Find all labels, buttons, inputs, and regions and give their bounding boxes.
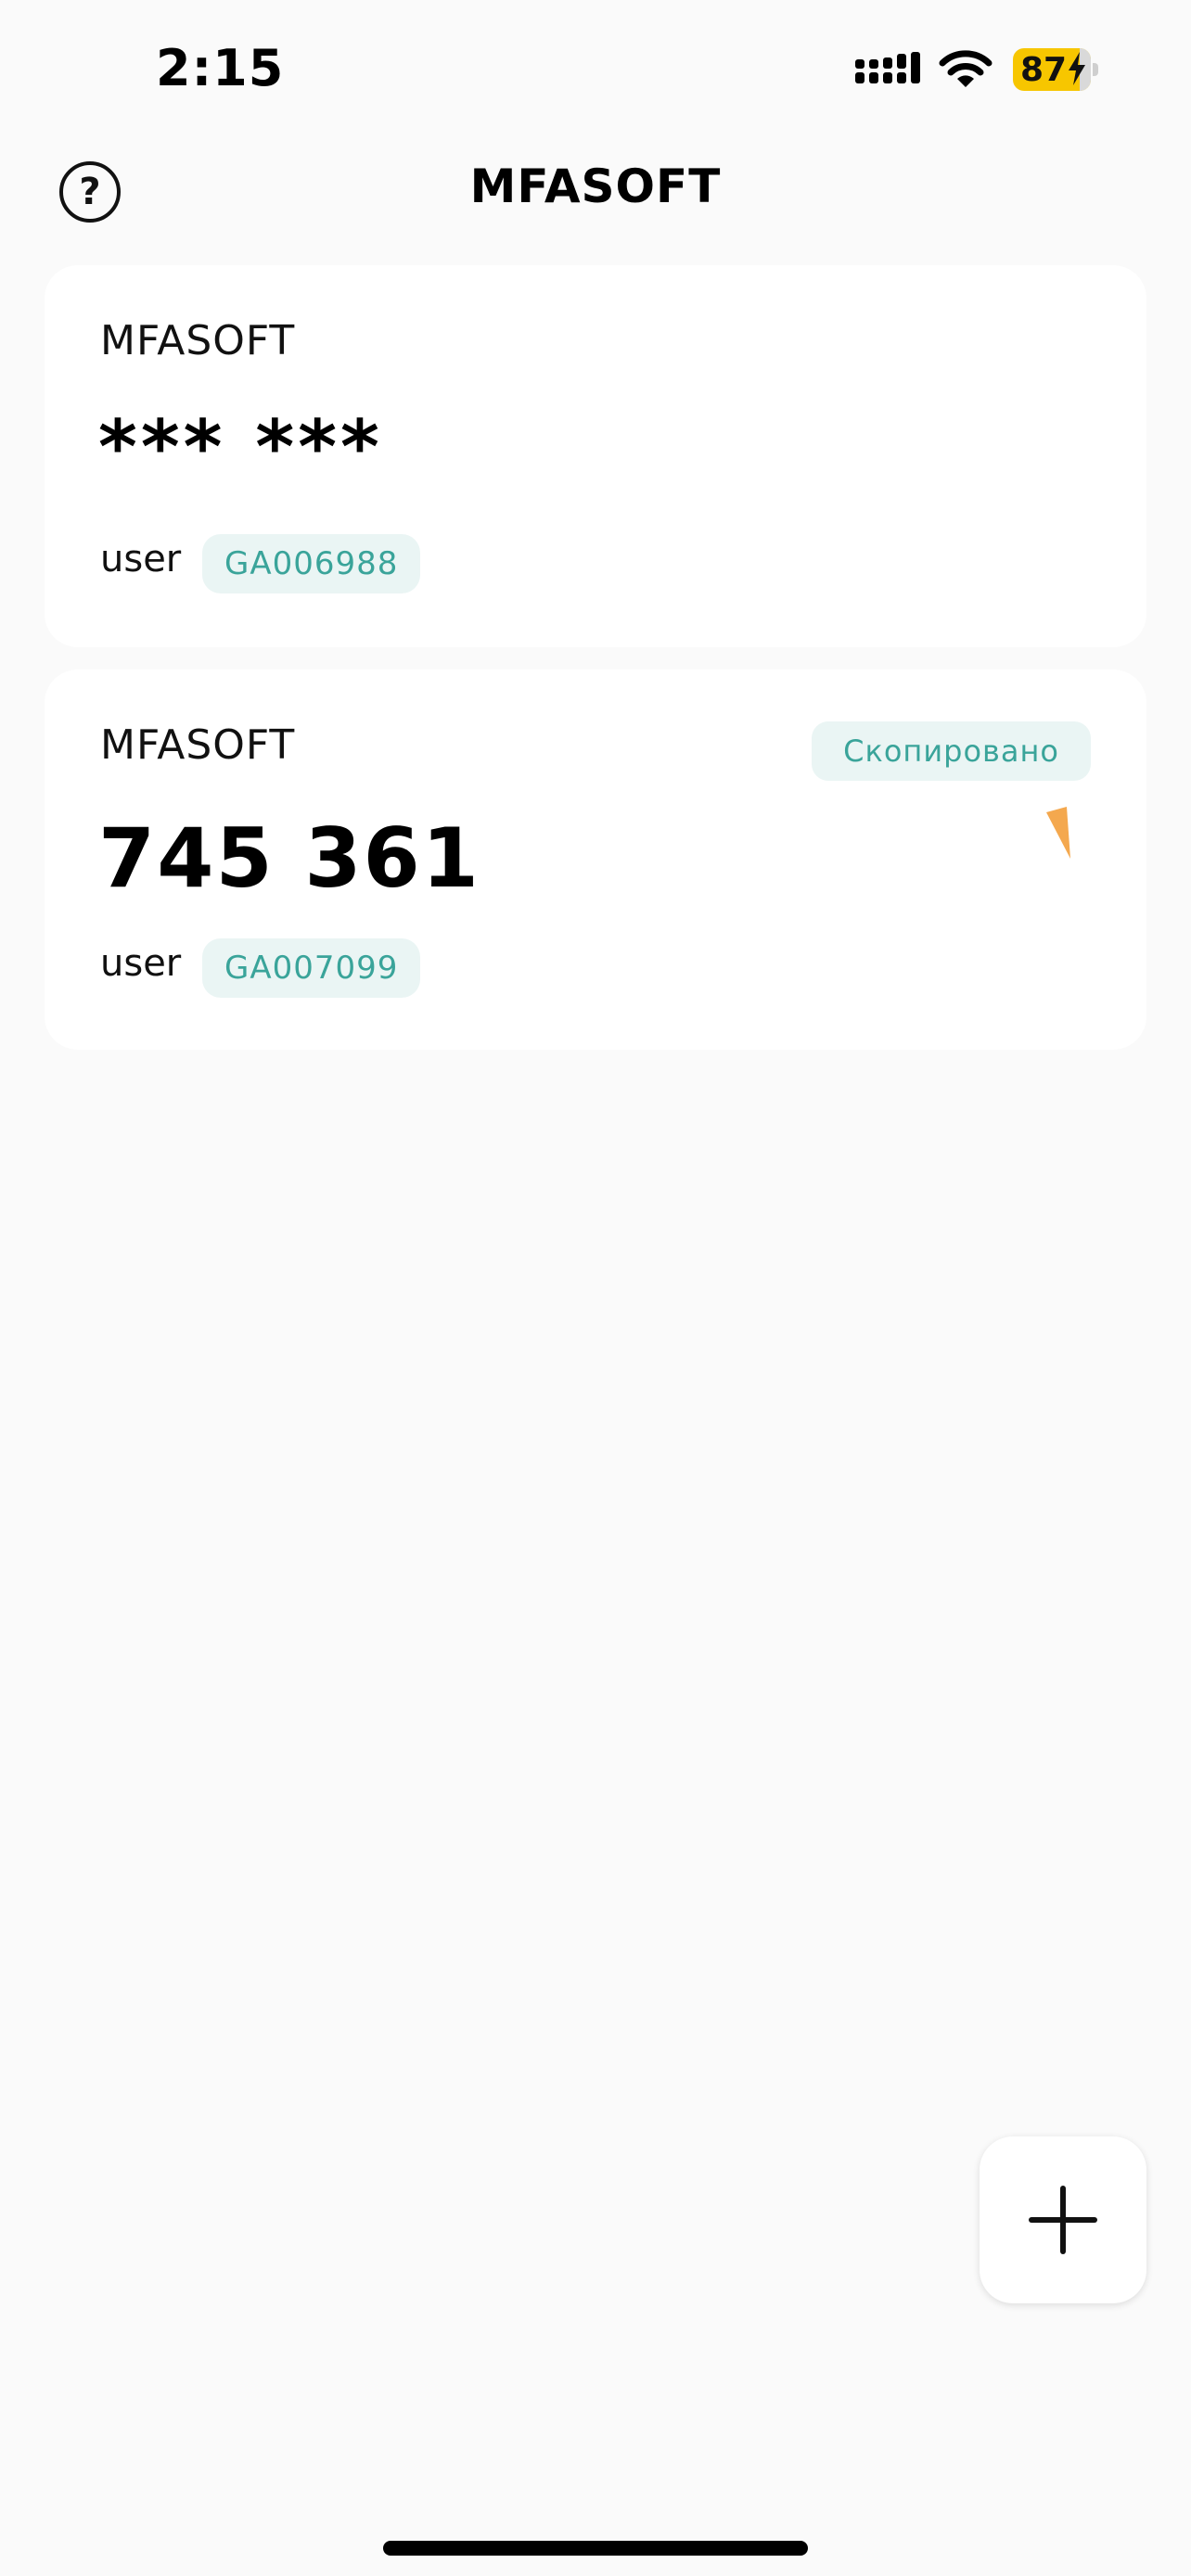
token-id-badge: GA007099	[202, 938, 421, 998]
token-code[interactable]: 745 361	[98, 810, 480, 906]
copied-status-badge: Скопировано	[812, 721, 1091, 781]
charging-bolt-icon	[1069, 52, 1085, 85]
battery-charging-icon: 87	[1013, 48, 1100, 91]
wifi-icon	[939, 50, 992, 87]
add-token-button[interactable]	[980, 2136, 1146, 2303]
home-indicator[interactable]	[383, 2541, 808, 2556]
token-card[interactable]: MFASOFT Скопировано 745 361 user GA00709…	[45, 670, 1146, 1050]
token-account: user	[100, 942, 182, 985]
status-time: 2:15	[156, 39, 285, 97]
token-issuer: MFASOFT	[100, 317, 296, 364]
token-card[interactable]: MFASOFT *** *** user GA006988	[45, 265, 1146, 647]
battery-level: 87	[1020, 51, 1068, 89]
countdown-timer-icon	[1046, 807, 1070, 859]
token-id-badge: GA006988	[202, 534, 421, 593]
battery-body: 87	[1013, 48, 1091, 91]
status-bar: 2:15 87	[0, 0, 1191, 139]
plus-icon	[1029, 2186, 1097, 2254]
page-title: MFASOFT	[469, 159, 722, 213]
signal-icon	[855, 52, 920, 83]
token-issuer: MFASOFT	[100, 721, 296, 769]
token-account: user	[100, 538, 182, 580]
battery-cap	[1093, 63, 1098, 76]
token-code[interactable]: *** ***	[98, 404, 383, 491]
